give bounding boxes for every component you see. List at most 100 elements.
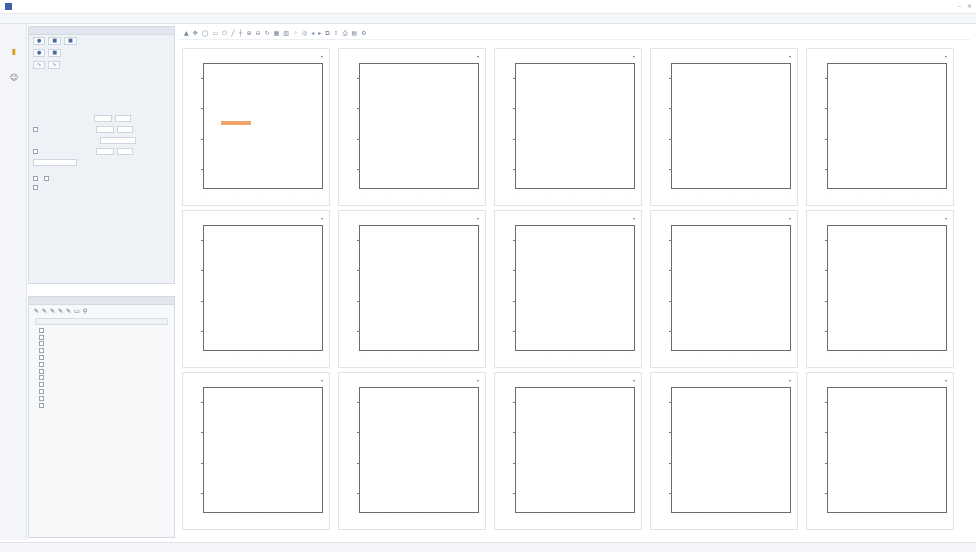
export-icon[interactable]: ⇪ (334, 30, 339, 37)
gate-region[interactable] (221, 121, 263, 157)
cursor-icon[interactable]: ▲ (184, 30, 189, 37)
minimize-button[interactable]: – (958, 3, 961, 10)
plot-menu-icon[interactable]: ▾ (789, 54, 791, 59)
tree-item[interactable] (39, 388, 164, 395)
dot-plot[interactable]: ▾ · · · · · (650, 372, 798, 530)
tree-checkbox[interactable] (39, 341, 44, 347)
tree-checkbox[interactable] (39, 389, 44, 395)
print-icon[interactable]: ⎙ (343, 30, 348, 37)
folder-icon[interactable]: ▮ (8, 46, 20, 58)
option-radio[interactable] (44, 176, 49, 181)
plot-frame[interactable] (671, 225, 791, 351)
edit-icon[interactable]: ✎ (42, 308, 47, 315)
plot-frame[interactable] (671, 63, 791, 189)
arrow-right-icon[interactable]: ▸ (318, 30, 321, 37)
edit-icon[interactable]: ✎ (34, 308, 39, 315)
plot-menu-icon[interactable]: ▾ (633, 378, 635, 383)
plot-menu-icon[interactable]: ▾ (633, 54, 635, 59)
dot-plot[interactable]: ▾ · · · · · (494, 372, 642, 530)
setting-checkbox[interactable] (33, 149, 38, 154)
plot-frame[interactable] (515, 387, 635, 513)
setting-input[interactable] (96, 126, 114, 133)
setting-input[interactable] (117, 148, 133, 155)
prop-button[interactable]: ∿ (48, 61, 61, 69)
tree-checkbox[interactable] (39, 375, 44, 381)
prop-button[interactable]: ● (33, 37, 46, 45)
tree-item[interactable] (39, 395, 164, 402)
zoom-in-icon[interactable]: ⊕ (247, 30, 252, 37)
plot-frame[interactable] (671, 387, 791, 513)
dot-plot[interactable]: ▾ · · · · · (338, 48, 486, 206)
plot-menu-icon[interactable]: ▾ (477, 378, 479, 383)
plot-menu-icon[interactable]: ▾ (477, 54, 479, 59)
plot-frame[interactable] (827, 63, 947, 189)
plot-menu-icon[interactable]: ▾ (321, 378, 323, 383)
circle-gate-icon[interactable]: ◯ (202, 30, 209, 37)
tree-checkbox[interactable] (39, 402, 44, 408)
tree-item[interactable] (39, 402, 164, 409)
setting-input[interactable] (96, 148, 114, 155)
setting-input[interactable] (115, 115, 131, 122)
dot-plot[interactable]: ▾ · · · · · (182, 48, 330, 206)
plot-frame[interactable] (515, 63, 635, 189)
column-header[interactable] (114, 319, 144, 324)
tree-item[interactable] (39, 368, 164, 375)
tree-item[interactable] (39, 347, 164, 354)
tree-checkbox[interactable] (39, 368, 44, 374)
setting-dropdown[interactable] (100, 137, 136, 144)
refresh-icon[interactable]: ↻ (265, 30, 270, 37)
plot-menu-icon[interactable]: ▾ (789, 216, 791, 221)
arrow-left-icon[interactable]: ◂ (311, 30, 314, 37)
copy-icon[interactable]: ⧉ (325, 30, 329, 37)
rect-gate-icon[interactable]: ▭ (212, 30, 218, 37)
dot-plot[interactable]: ▾ · · · · · (650, 210, 798, 368)
plot-frame[interactable] (359, 225, 479, 351)
dot-plot-icon[interactable]: ⁘ (293, 30, 298, 37)
filter-icon[interactable]: ⚲ (83, 308, 87, 315)
tree-checkbox[interactable] (39, 395, 44, 401)
dot-plot[interactable]: ▾ · · · · · (494, 210, 642, 368)
tree-checkbox[interactable] (39, 327, 44, 333)
tree-item[interactable] (39, 375, 164, 382)
prop-button[interactable]: ■ (64, 37, 77, 45)
dot-plot[interactable]: ▾ · · · · · (338, 210, 486, 368)
tree-checkbox[interactable] (39, 355, 44, 361)
column-header[interactable] (36, 319, 84, 324)
plot-frame[interactable] (515, 225, 635, 351)
dot-plot[interactable]: ▾ · · · · · (650, 48, 798, 206)
plot-menu-icon[interactable]: ▾ (321, 54, 323, 59)
option-radio[interactable] (33, 185, 38, 190)
dot-plot[interactable]: ▾ · · · · · (806, 372, 954, 530)
settings-icon[interactable]: ⚙ (361, 30, 366, 37)
dot-plot[interactable]: ▾ · · · · · (182, 210, 330, 368)
layout-icon[interactable]: ▤ (351, 30, 357, 37)
prop-button[interactable]: ■ (48, 49, 62, 57)
dot-plot[interactable]: ▾ · · · · · (806, 48, 954, 206)
prop-button[interactable]: ∿ (33, 61, 46, 69)
histogram-icon[interactable]: ▥ (283, 30, 289, 37)
tree-item[interactable] (39, 334, 164, 341)
tree-item[interactable] (39, 381, 164, 388)
plot-menu-icon[interactable]: ▾ (633, 216, 635, 221)
plot-frame[interactable] (203, 225, 323, 351)
prop-button[interactable]: ■ (48, 37, 62, 45)
tree-item[interactable] (39, 361, 164, 368)
plot-menu-icon[interactable]: ▾ (321, 216, 323, 221)
plot-frame[interactable] (827, 225, 947, 351)
polygon-gate-icon[interactable]: ⬠ (222, 30, 227, 37)
option-radio[interactable] (33, 176, 38, 181)
users-icon[interactable]: ☺ (8, 72, 20, 84)
tree-item[interactable] (39, 354, 164, 361)
setting-input[interactable] (94, 115, 112, 122)
grid-icon[interactable]: ▦ (274, 30, 280, 37)
quadrant-icon[interactable]: ┼ (239, 30, 243, 37)
close-button[interactable]: × (967, 3, 972, 10)
edit-icon[interactable]: ✎ (58, 308, 63, 315)
plot-menu-icon[interactable]: ▾ (945, 378, 947, 383)
contour-icon[interactable]: ◎ (302, 30, 307, 37)
dot-plot[interactable]: ▾ · · · · · (338, 372, 486, 530)
tree-checkbox[interactable] (39, 334, 44, 340)
edit-icon[interactable]: ✎ (66, 308, 71, 315)
tree-item[interactable] (39, 341, 164, 348)
folder-icon[interactable]: ▭ (74, 308, 80, 315)
